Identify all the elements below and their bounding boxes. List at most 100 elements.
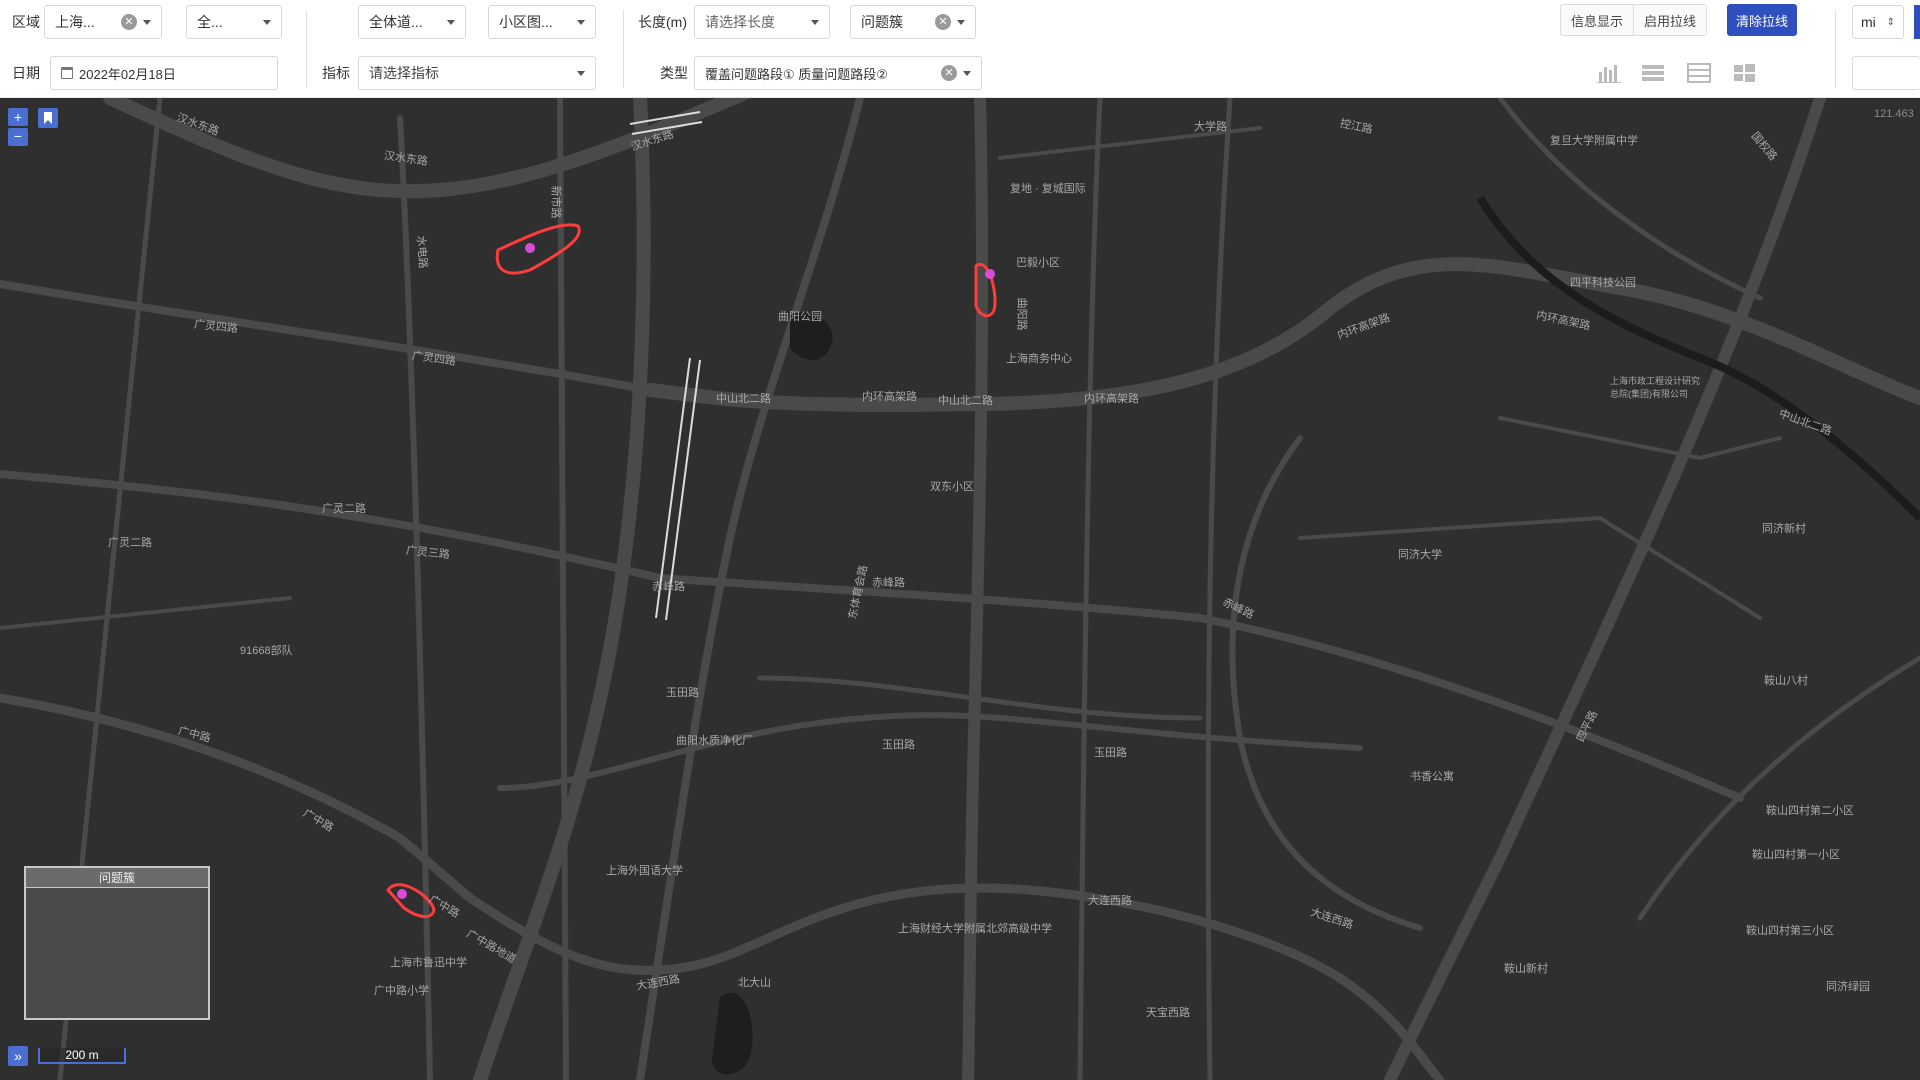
- poi-label: 四平科技公园: [1570, 277, 1636, 289]
- community-select[interactable]: 小区图...: [488, 5, 596, 39]
- chevron-down-icon: [957, 19, 965, 25]
- road-label: 天宝西路: [1146, 1007, 1190, 1019]
- unit-select[interactable]: mi ⇕: [1852, 5, 1904, 39]
- region-label: 区域: [12, 14, 40, 30]
- poi-label: 上海市鲁迅中学: [390, 957, 467, 969]
- poi-label: 北大山: [738, 977, 771, 989]
- scale-bar: 200 m: [38, 1048, 126, 1064]
- road-label: 内环高架路: [862, 391, 917, 403]
- road-label: 大连西路: [1088, 895, 1132, 907]
- road-label: 曲阳路: [1015, 297, 1028, 331]
- metric-select[interactable]: 请选择指标: [358, 56, 596, 90]
- type-select[interactable]: 覆盖问题路段① 质量问题路段② ✕: [694, 56, 982, 90]
- road-label: 玉田路: [882, 739, 915, 751]
- road-label: 新市路: [549, 185, 562, 219]
- clear-icon[interactable]: ✕: [935, 14, 951, 30]
- problem-select-value: 问题簇: [861, 14, 903, 30]
- map-canvas[interactable]: 汉水东路 汉水东路 汉水东路 广灵四路 广灵四路 广灵二路 广灵二路 广灵三路 …: [0, 98, 1920, 1080]
- poi-label: 巴毅小区: [1016, 257, 1060, 269]
- road-label: 玉田路: [1094, 747, 1127, 759]
- road-label: 水电路: [414, 235, 429, 269]
- street-select[interactable]: 全体道...: [358, 5, 466, 39]
- date-value: 2022年02月18日: [79, 66, 176, 82]
- poi-label: 广中路小学: [374, 985, 429, 997]
- table-view-icon[interactable]: [1686, 62, 1712, 84]
- road-label: 中山北二路: [938, 395, 993, 407]
- enable-pull-line-button[interactable]: 启用拉线: [1633, 4, 1707, 36]
- side-input[interactable]: [1852, 56, 1920, 90]
- poi-label: 鞍山四村第二小区: [1766, 805, 1854, 817]
- chevron-down-icon: [577, 70, 585, 76]
- zoom-out-button[interactable]: −: [8, 128, 28, 146]
- road-label: 赤峰路: [652, 581, 685, 593]
- road-label: 中山北二路: [716, 393, 771, 405]
- metric-select-placeholder: 请选择指标: [369, 65, 439, 81]
- region2-select[interactable]: 全...: [186, 5, 282, 39]
- chevron-down-icon: [963, 70, 971, 76]
- divider: [1835, 10, 1836, 88]
- length-label: 长度(m): [638, 14, 687, 30]
- poi-label: 91668部队: [240, 645, 293, 657]
- type-select-value: 覆盖问题路段① 质量问题路段②: [705, 66, 888, 82]
- panel-edge: [1914, 5, 1920, 39]
- problem-select[interactable]: 问题簇 ✕: [850, 5, 976, 39]
- expand-panel-button[interactable]: »: [8, 1046, 28, 1066]
- divider: [623, 10, 624, 88]
- zoom-in-button[interactable]: +: [8, 108, 28, 126]
- poi-label: 双东小区: [930, 481, 974, 493]
- poi-label: 复旦大学附属中学: [1550, 135, 1638, 147]
- poi-label: 上海市政工程设计研究总院(集团)有限公司: [1610, 376, 1701, 399]
- street-select-value: 全体道...: [369, 14, 423, 30]
- filter-toolbar: 区域 上海... ✕ 全... 全体道... 小区图... 长度(m) 请选择长…: [0, 0, 1920, 98]
- poi-label: 上海外国语大学: [606, 865, 683, 877]
- poi-label: 复地 · 复城国际: [1010, 183, 1086, 195]
- poi-label: 鞍山四村第一小区: [1752, 849, 1840, 861]
- poi-label: 鞍山新村: [1504, 963, 1548, 975]
- region2-select-value: 全...: [197, 14, 223, 30]
- length-select[interactable]: 请选择长度: [694, 5, 830, 39]
- poi-label: 鞍山四村第三小区: [1746, 925, 1834, 937]
- date-picker[interactable]: 2022年02月18日: [50, 56, 278, 90]
- calendar-icon: [61, 67, 73, 79]
- metric-label: 指标: [322, 65, 350, 81]
- problem-segment-marker[interactable]: [495, 223, 581, 275]
- unit-select-value: mi: [1861, 14, 1876, 30]
- chevron-down-icon: [143, 19, 151, 25]
- region-select-value: 上海...: [55, 14, 95, 30]
- legend-panel: 问题簇: [24, 866, 210, 1020]
- divider: [306, 10, 307, 88]
- poi-label: 上海商务中心: [1006, 353, 1072, 365]
- length-select-placeholder: 请选择长度: [705, 14, 775, 30]
- bar-chart-view-icon[interactable]: [1596, 62, 1622, 84]
- poi-label: 曲阳水质净化厂: [676, 735, 753, 747]
- poi-label: 同济新村: [1762, 523, 1806, 535]
- poi-label: 同济大学: [1398, 549, 1442, 561]
- legend-title: 问题簇: [26, 868, 208, 888]
- list-view-icon[interactable]: [1640, 62, 1666, 84]
- road-label: 内环高架路: [1084, 393, 1139, 405]
- windows-view-icon[interactable]: [1731, 62, 1757, 84]
- road-label: 赤峰路: [872, 577, 905, 589]
- clear-icon[interactable]: ✕: [121, 14, 137, 30]
- chevron-down-icon: [447, 19, 455, 25]
- chevron-down-icon: [577, 19, 585, 25]
- chevron-down-icon: [263, 19, 271, 25]
- info-display-button[interactable]: 信息显示: [1560, 4, 1634, 36]
- road-label: 大学路: [1194, 121, 1227, 133]
- road-label: 广灵二路: [322, 503, 366, 515]
- bookmark-button[interactable]: [38, 108, 58, 128]
- community-select-value: 小区图...: [499, 14, 553, 30]
- date-label: 日期: [12, 65, 40, 81]
- type-label: 类型: [660, 65, 688, 81]
- clear-icon[interactable]: ✕: [941, 65, 957, 81]
- clear-pull-line-button[interactable]: 清除拉线: [1727, 4, 1797, 36]
- updown-icon: ⇕: [1886, 16, 1895, 28]
- road-label: 广灵二路: [108, 537, 152, 549]
- poi-label: 鞍山八村: [1764, 675, 1808, 687]
- poi-label: 书香公寓: [1410, 771, 1454, 783]
- chevron-down-icon: [811, 19, 819, 25]
- bookmark-icon: [44, 112, 52, 124]
- poi-label: 曲阳公园: [778, 311, 822, 323]
- region-select[interactable]: 上海... ✕: [44, 5, 162, 39]
- poi-label: 上海财经大学附属北郊高级中学: [898, 923, 1052, 935]
